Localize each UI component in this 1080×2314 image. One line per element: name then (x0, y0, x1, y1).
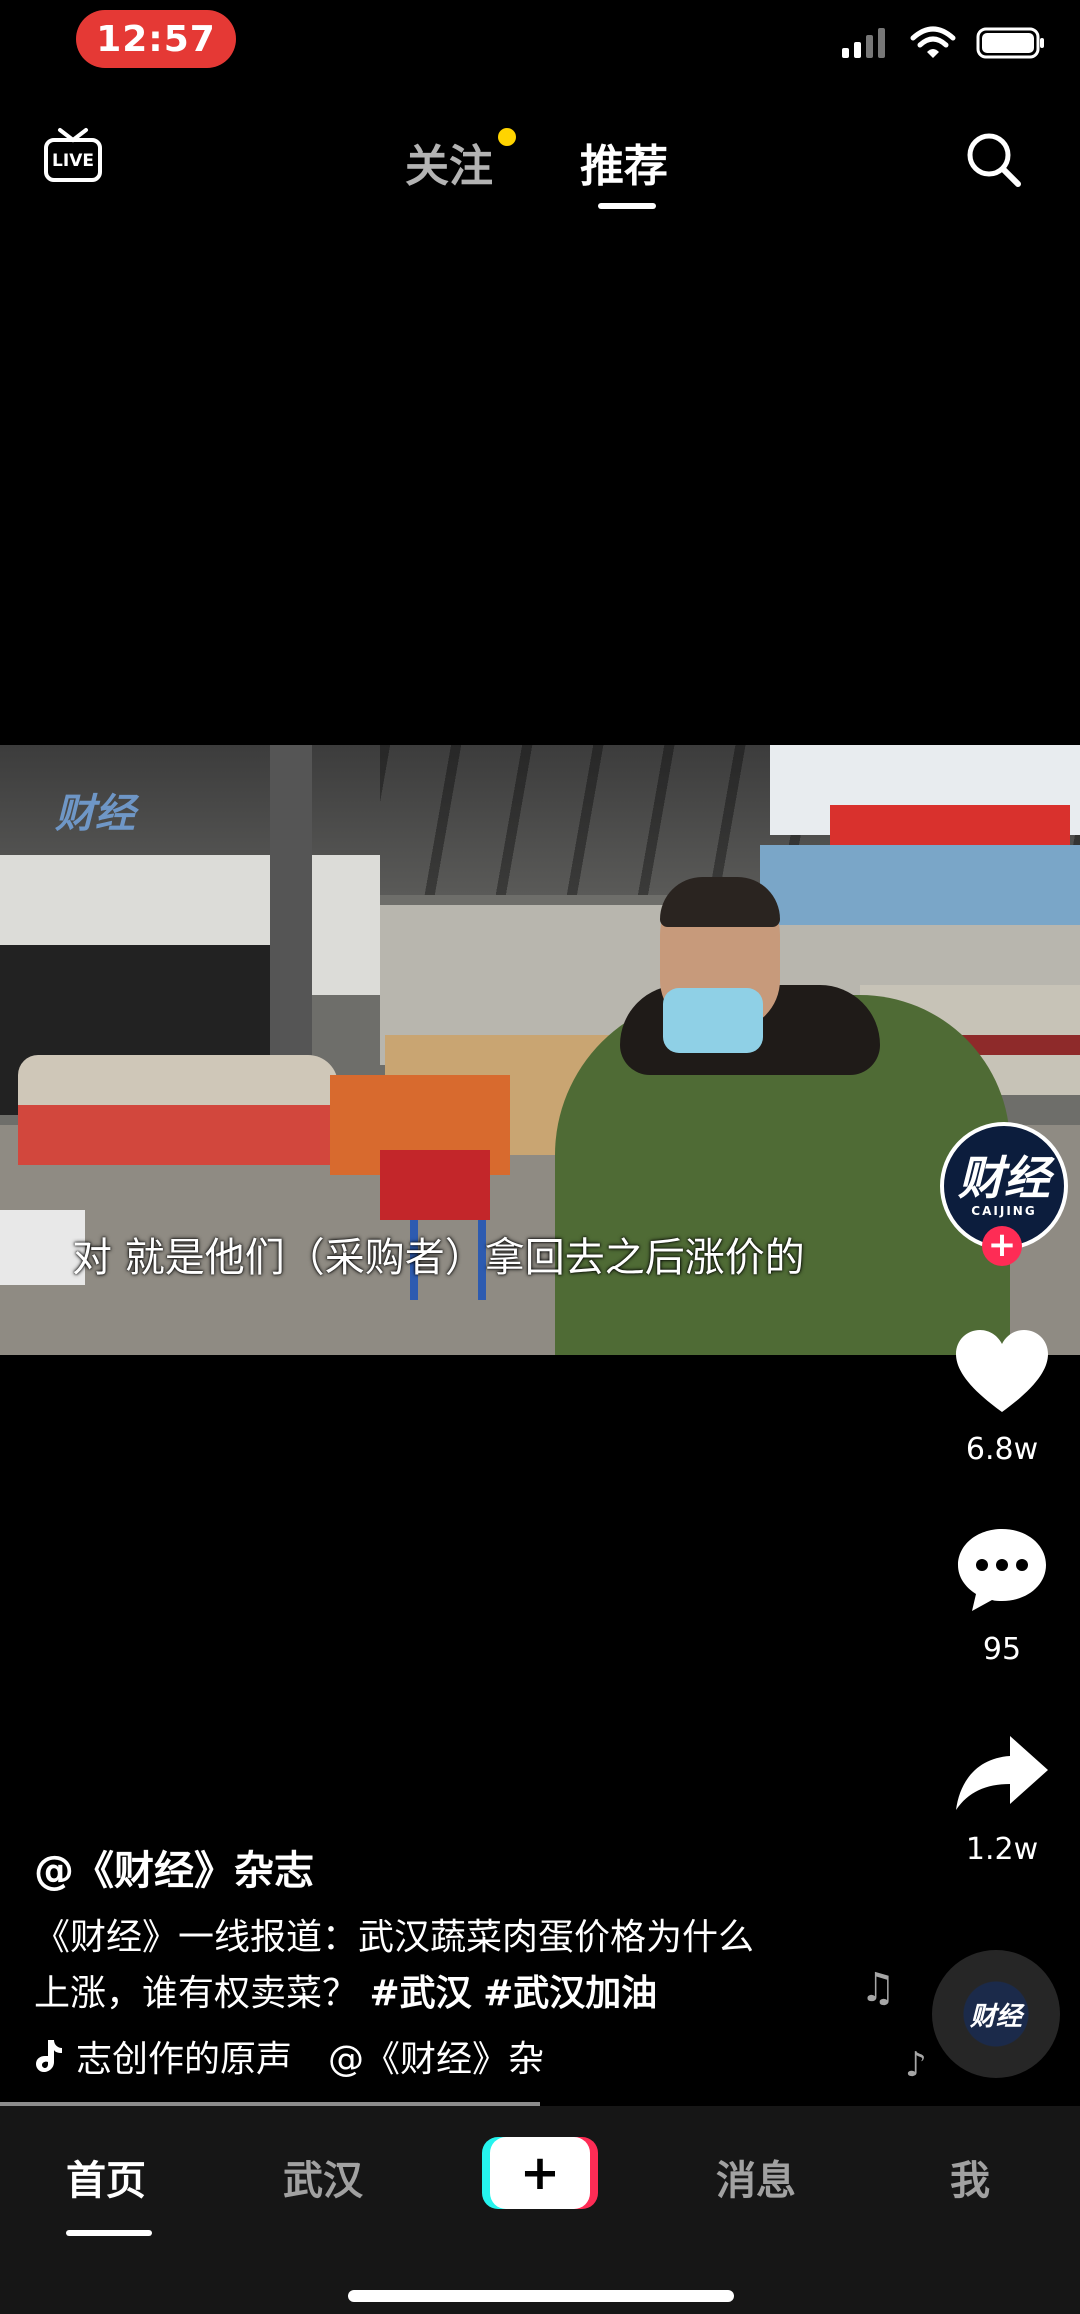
description-line-1: 《财经》一线报道：武汉蔬菜肉蛋价格为什么 (34, 1917, 755, 1958)
follow-plus-button[interactable]: + (982, 1226, 1022, 1266)
wifi-icon (910, 26, 956, 58)
search-icon[interactable] (962, 128, 1026, 192)
music-title: 志创作的原声 @《财经》杂 (76, 2039, 545, 2080)
video-red-boxes (18, 1105, 348, 1165)
share-count: 1.2w (965, 1832, 1039, 1867)
share-icon[interactable] (952, 1730, 1052, 1820)
signal-icon (842, 28, 885, 58)
battery-icon (976, 27, 1044, 59)
tab-active-indicator (598, 203, 656, 209)
video-frame[interactable]: 财经 对 就是他们（采购者）拿回去之后涨价的 (0, 745, 1080, 1355)
video-subtitle: 对 就是他们（采购者）拿回去之后涨价的 (72, 1235, 805, 1281)
avatar-logo-subtext: CAIJING (971, 1204, 1037, 1218)
video-person-mask (663, 988, 763, 1053)
status-time: 12:57 (76, 10, 236, 68)
floating-music-note-icon-small: ♪ (905, 2045, 927, 2085)
video-red-sign (830, 805, 1070, 845)
music-disc[interactable]: 财经 (932, 1950, 1060, 2078)
author-name[interactable]: @《财经》杂志 (34, 1838, 314, 1896)
comment-count: 95 (982, 1632, 1022, 1667)
avatar-logo-text: 财经 (958, 1151, 1050, 1205)
live-label: LIVE (52, 151, 94, 171)
video-cart (380, 1150, 490, 1220)
like-count: 6.8w (965, 1432, 1039, 1467)
video-watermark: 财经 (55, 791, 135, 837)
status-icons (840, 26, 1046, 60)
music-row[interactable]: 志创作的原声 @《财经》杂 (34, 2030, 544, 2082)
description-line-2: 上涨，谁有权卖菜？ (34, 1973, 359, 2014)
tab-follow[interactable]: 关注 (405, 130, 493, 194)
hashtag-wuhan-jiayou[interactable]: #武汉加油 (483, 1973, 657, 2014)
like-icon[interactable] (952, 1328, 1052, 1418)
hashtag-wuhan[interactable]: #武汉 (369, 1973, 471, 2014)
plus-icon: + (490, 2137, 590, 2209)
live-icon[interactable]: LIVE (42, 124, 104, 186)
floating-music-note-icon: ♫ (860, 1965, 896, 2011)
home-indicator[interactable] (348, 2290, 734, 2302)
nav-me[interactable]: 我 (950, 2148, 990, 2206)
video-person-hair (660, 877, 780, 927)
tab-recommend[interactable]: 推荐 (580, 130, 668, 194)
nav-wuhan[interactable]: 武汉 (283, 2148, 363, 2206)
create-button[interactable]: + (482, 2137, 598, 2209)
follow-notification-dot (498, 128, 516, 146)
tiktok-note-icon (36, 2040, 62, 2072)
video-description: 《财经》一线报道：武汉蔬菜肉蛋价格为什么 上涨，谁有权卖菜？ #武汉 #武汉加油 (34, 1910, 834, 2022)
nav-active-indicator (66, 2230, 152, 2236)
comment-icon[interactable] (952, 1525, 1052, 1615)
video-blue-wall (760, 845, 1080, 925)
nav-messages[interactable]: 消息 (716, 2148, 796, 2206)
nav-home[interactable]: 首页 (66, 2148, 146, 2206)
